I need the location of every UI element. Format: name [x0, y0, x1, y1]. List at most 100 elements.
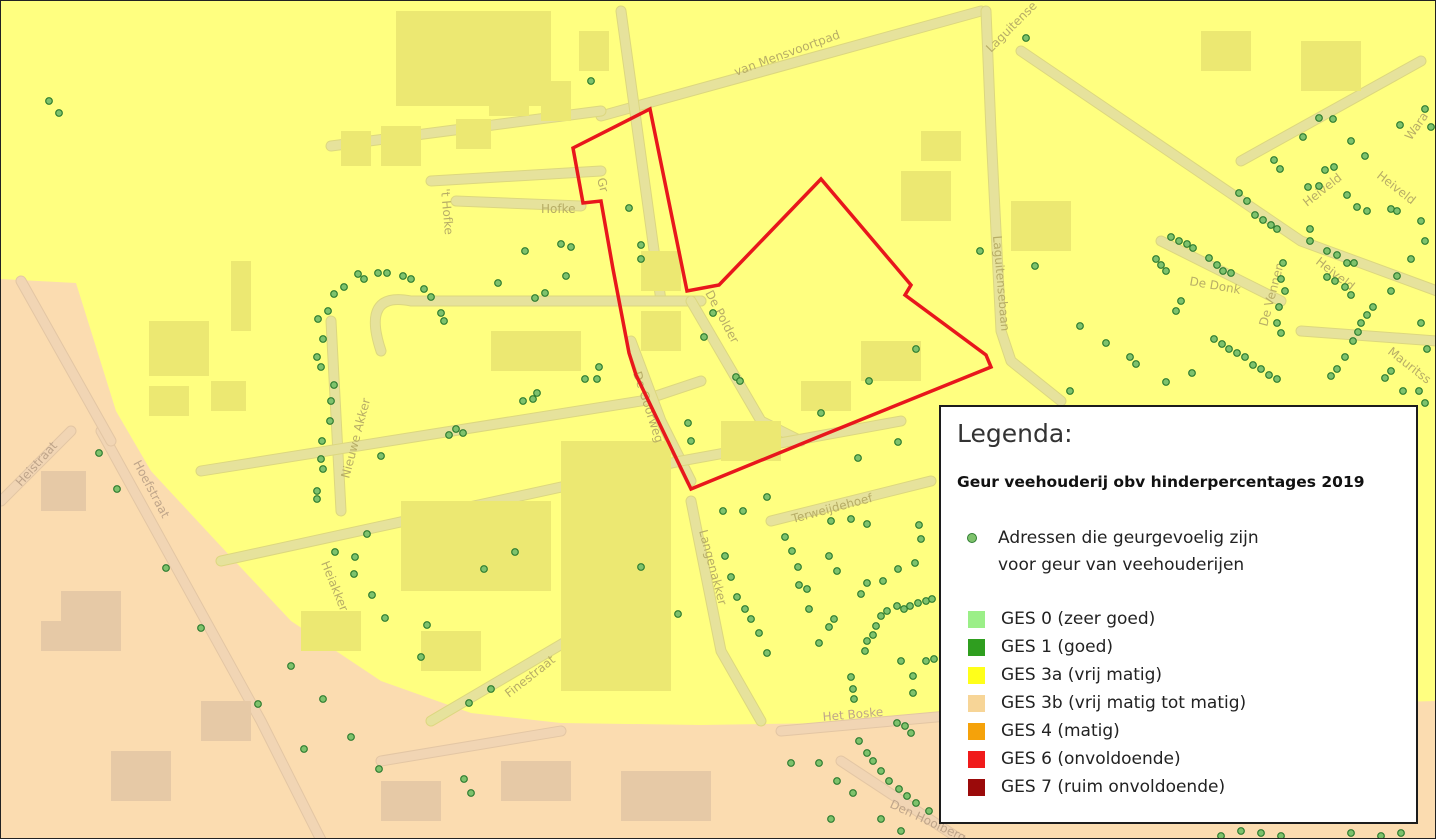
- address-dot: [1132, 360, 1140, 368]
- address-dot: [327, 397, 335, 405]
- address-dot: [1235, 189, 1243, 197]
- address-dot: [1257, 365, 1265, 373]
- map-view[interactable]: van Mensvoortpad Laguitense Laguitenseba…: [0, 0, 1436, 839]
- address-dot: [1275, 303, 1283, 311]
- address-dot: [593, 375, 601, 383]
- address-dot: [869, 757, 877, 765]
- address-dot: [1277, 329, 1285, 337]
- address-dot: [1377, 832, 1385, 838]
- legend-class-ges4: GES 4 (matig): [968, 717, 1246, 745]
- address-dot: [805, 605, 813, 613]
- address-dot: [912, 799, 920, 807]
- address-dot: [317, 363, 325, 371]
- address-dot: [324, 307, 332, 315]
- ges4-swatch: [968, 722, 985, 740]
- address-dot: [1217, 832, 1225, 838]
- address-dot: [877, 767, 885, 775]
- address-dot: [1167, 233, 1175, 241]
- address-dot: [1270, 156, 1278, 164]
- address-dot: [1353, 203, 1361, 211]
- address-dot: [331, 548, 339, 556]
- address-dot: [719, 507, 727, 515]
- address-dot: [1177, 297, 1185, 305]
- address-dot: [917, 535, 925, 543]
- address-dot: [863, 520, 871, 528]
- address-dot: [427, 293, 435, 301]
- address-dot: [1363, 311, 1371, 319]
- address-dot: [1331, 277, 1339, 285]
- legend-class-label: GES 3b (vrij matig tot matig): [1001, 693, 1247, 713]
- address-dot: [1267, 221, 1275, 229]
- address-dot: [1421, 399, 1429, 407]
- address-dot: [287, 662, 295, 670]
- address-dot: [1306, 225, 1314, 233]
- address-dot: [1387, 367, 1395, 375]
- ges7-swatch: [968, 778, 985, 796]
- address-dot: [803, 585, 811, 593]
- address-dot: [700, 333, 708, 341]
- address-dot: [833, 777, 841, 785]
- address-dot: [1306, 237, 1314, 245]
- address-dot: [1369, 303, 1377, 311]
- address-dot: [531, 294, 539, 302]
- address-dot: [914, 599, 922, 607]
- address-dot: [863, 749, 871, 757]
- address-dot: [739, 507, 747, 515]
- address-dot: [1299, 133, 1307, 141]
- legend-class-list: GES 0 (zeer goed) GES 1 (goed) GES 3a (v…: [968, 605, 1246, 801]
- address-dot: [1421, 237, 1429, 245]
- address-dot: [849, 685, 857, 693]
- legend-panel: Legenda: Geur veehouderij obv hinderperc…: [939, 405, 1418, 824]
- address-dot: [1277, 275, 1285, 283]
- address-dot: [1361, 152, 1369, 160]
- address-dot: [787, 759, 795, 767]
- address-dot: [1225, 345, 1233, 353]
- address-dot: [1329, 115, 1337, 123]
- street-label-hofke: Hofke: [541, 202, 576, 216]
- legend-class-ges7: GES 7 (ruim onvoldoende): [968, 773, 1246, 801]
- address-dot: [511, 548, 519, 556]
- address-dot: [313, 487, 321, 495]
- address-dot: [909, 689, 917, 697]
- ges6-swatch: [968, 750, 985, 768]
- address-dot: [317, 455, 325, 463]
- address-dot-icon: [967, 533, 977, 543]
- address-dot: [906, 602, 914, 610]
- address-dot: [733, 593, 741, 601]
- address-dot: [1273, 225, 1281, 233]
- address-dot: [863, 579, 871, 587]
- address-dot: [625, 204, 633, 212]
- address-dot: [825, 552, 833, 560]
- address-dot: [459, 429, 467, 437]
- address-dot: [795, 581, 803, 589]
- address-dot: [1157, 261, 1165, 269]
- address-dot: [1102, 339, 1110, 347]
- address-dot: [1257, 829, 1265, 837]
- address-dot: [687, 437, 695, 445]
- address-dot: [368, 591, 376, 599]
- address-dot: [1407, 255, 1415, 263]
- address-dot: [903, 792, 911, 800]
- address-dot: [879, 577, 887, 585]
- address-dot: [1152, 255, 1160, 263]
- address-dot: [763, 649, 771, 657]
- address-dot: [494, 279, 502, 287]
- address-dot: [1188, 369, 1196, 377]
- address-dot: [254, 700, 262, 708]
- legend-class-ges3b: GES 3b (vrij matig tot matig): [968, 689, 1246, 717]
- address-dot: [319, 465, 327, 473]
- address-dot: [781, 533, 789, 541]
- address-dot: [1417, 217, 1425, 225]
- address-dot: [1175, 237, 1183, 245]
- address-dot: [541, 289, 549, 297]
- legend-class-ges0: GES 0 (zeer goed): [968, 605, 1246, 633]
- address-dot: [849, 789, 857, 797]
- address-dot: [1241, 353, 1249, 361]
- address-dot: [1427, 123, 1435, 131]
- address-dot: [1333, 251, 1341, 259]
- legend-class-label: GES 4 (matig): [1001, 721, 1120, 741]
- address-dot: [815, 639, 823, 647]
- address-dot: [1265, 371, 1273, 379]
- address-dot: [788, 547, 796, 555]
- address-dot: [827, 815, 835, 823]
